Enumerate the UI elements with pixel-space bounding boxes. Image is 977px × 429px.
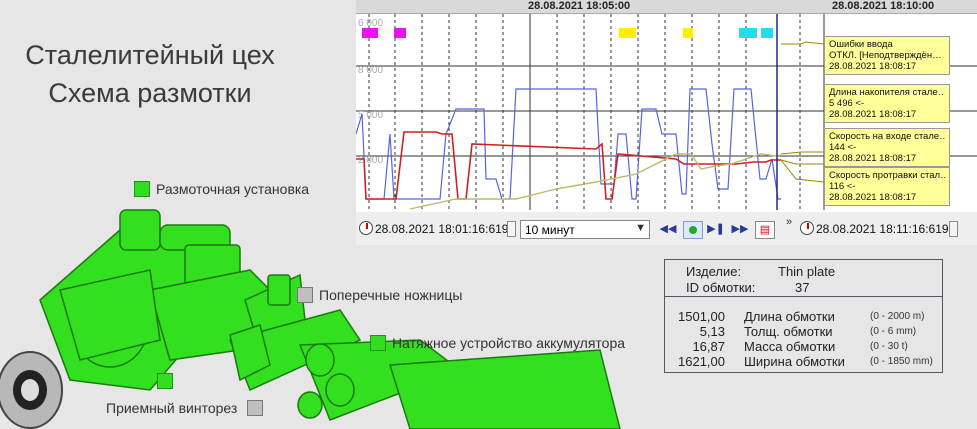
time-axis-left-label: 28.08.2021 18:05:00 xyxy=(528,0,631,12)
note-input-errors[interactable]: Ошибки ввода ОТКЛ. [Неподтверждён… 28.08… xyxy=(824,36,950,75)
coil-thickness-range: (0 - 6 mm) xyxy=(870,326,917,337)
coil-drum xyxy=(0,351,63,429)
y-tick-labels: 6 000 8 000 5 000 2 000 xyxy=(358,18,383,166)
note-input-errors-value: ОТКЛ. [Неподтверждён… xyxy=(829,50,942,61)
coil-width-value: 1621,00 xyxy=(678,354,725,369)
legend-shears-label: Поперечные ножницы xyxy=(319,287,463,303)
coil-info-panel: Изделие: Thin plate ID обмотки: 37 1501,… xyxy=(664,259,943,373)
rewind-fast-button[interactable]: ◀◀ xyxy=(659,221,677,237)
note-input-errors-time: 28.08.2021 18:08:17 xyxy=(829,61,917,72)
series-olive-line xyxy=(409,153,782,210)
coil-id-label: ID обмотки: xyxy=(686,280,756,295)
accumulator-body xyxy=(228,309,621,429)
forward-fast-button[interactable]: ▶▶ xyxy=(731,221,749,237)
y-tick-2: 8 000 xyxy=(358,65,383,76)
event-marker-yellow-1 xyxy=(619,28,636,38)
uncoiler-status-indicator xyxy=(134,181,150,197)
legend-shears[interactable]: Поперечные ножницы xyxy=(297,287,462,303)
note-inlet-speed-title: Скорость на входе стале… xyxy=(829,131,945,142)
tension-status-indicator xyxy=(370,335,386,351)
page-title: Сталелитейный цех Схема размотки xyxy=(0,36,300,112)
note-accumulator-length-value: 5 496 <- xyxy=(829,98,865,109)
expand-icon[interactable]: » xyxy=(780,214,798,230)
legend-uncoiler-label: Размоточная установка xyxy=(156,181,310,197)
note-pickling-speed-value: 116 <- xyxy=(829,181,856,192)
note-accumulator-length-time: 28.08.2021 18:08:17 xyxy=(829,109,917,120)
legend-pinch-indicator-top[interactable] xyxy=(157,373,179,389)
event-marker-yellow-2 xyxy=(683,28,693,38)
title-line-1: Сталелитейный цех xyxy=(25,40,275,70)
coil-mass-value: 16,87 xyxy=(692,339,725,354)
time-axis-header: 28.08.2021 18:05:00 28.08.2021 18:10:00 xyxy=(356,0,977,14)
coil-thickness-value: 5,13 xyxy=(699,324,725,339)
product-label: Изделие: xyxy=(686,264,742,279)
note-inlet-speed-value: 144 <- xyxy=(829,142,857,153)
info-divider xyxy=(665,296,942,297)
note-leader-lines xyxy=(780,41,825,183)
interval-select[interactable]: 10 минут ▼ xyxy=(520,220,650,239)
start-time-clock-icon[interactable] xyxy=(359,221,373,235)
legend-tension-label: Натяжное устройство аккумулятора xyxy=(392,335,626,351)
note-pickling-speed-time: 28.08.2021 18:08:17 xyxy=(829,192,917,203)
shears-status-indicator xyxy=(297,287,313,303)
event-markers xyxy=(362,28,773,38)
legend-uncoiler[interactable]: Размоточная установка xyxy=(134,181,309,197)
chevron-down-icon: ▼ xyxy=(635,222,646,234)
pinch-status-indicator-top xyxy=(157,373,173,389)
play-button[interactable] xyxy=(683,221,703,239)
interval-value: 10 минут xyxy=(525,223,575,237)
vertical-gridlines xyxy=(368,14,801,210)
time-axis-right-label: 28.08.2021 18:10:00 xyxy=(832,0,935,12)
end-time-clock-icon[interactable] xyxy=(800,221,814,235)
event-marker-cyan-1 xyxy=(739,28,757,38)
start-time-spinner[interactable] xyxy=(507,221,516,237)
end-time-spinner[interactable] xyxy=(949,221,958,237)
start-time-field[interactable]: 28.08.2021 18:01:16:619 xyxy=(375,222,508,236)
note-input-errors-title: Ошибки ввода xyxy=(829,39,893,50)
note-pickling-speed[interactable]: Скорость протравки стал… 116 <- 28.08.20… xyxy=(824,167,950,206)
coil-thickness-label: Толщ. обмотки xyxy=(744,324,833,339)
trend-toolbar: 28.08.2021 18:01:16:619 10 минут ▼ ◀◀ ▶❚… xyxy=(356,212,977,245)
note-inlet-speed[interactable]: Скорость на входе стале… 144 <- 28.08.20… xyxy=(824,128,950,167)
coil-length-label: Длина обмотки xyxy=(744,309,835,324)
play-icon xyxy=(689,226,697,235)
coil-mass-range: (0 - 30 t) xyxy=(870,341,908,352)
coil-width-range: (0 - 1850 mm) xyxy=(870,356,933,367)
major-gridlines xyxy=(529,14,825,210)
coil-length-value: 1501,00 xyxy=(678,309,725,324)
note-accumulator-length-title: Длина накопителя стале… xyxy=(829,87,945,98)
event-marker-cyan-2 xyxy=(761,28,773,38)
pinch-status-indicator xyxy=(247,400,264,416)
coil-length-range: (0 - 2000 m) xyxy=(870,311,925,322)
coil-width-label: Ширина обмотки xyxy=(744,354,845,369)
step-forward-button[interactable]: ▶❚ xyxy=(707,221,725,237)
coil-mass-label: Масса обмотки xyxy=(744,339,836,354)
end-time-field[interactable]: 28.08.2021 18:11:16:619 xyxy=(816,222,949,236)
note-accumulator-length[interactable]: Длина накопителя стале… 5 496 <- 28.08.2… xyxy=(824,84,950,123)
legend-tension[interactable]: Натяжное устройство аккумулятора xyxy=(370,335,625,351)
note-pickling-speed-title: Скорость протравки стал… xyxy=(829,170,945,181)
chart-settings-button[interactable]: ▤ xyxy=(755,221,775,239)
event-marker-magenta-2 xyxy=(394,28,406,38)
legend-pinch[interactable]: Приемный винторез xyxy=(106,400,269,416)
y-tick-top: 6 000 xyxy=(358,18,383,29)
y-tick-4: 2 000 xyxy=(358,155,383,166)
series-blue-line xyxy=(356,88,781,200)
legend-pinch-label: Приемный винторез xyxy=(106,400,238,416)
note-inlet-speed-time: 28.08.2021 18:08:17 xyxy=(829,153,917,164)
product-value: Thin plate xyxy=(778,264,836,279)
coil-id-value: 37 xyxy=(795,280,810,295)
title-line-2: Схема размотки xyxy=(48,78,252,108)
event-marker-magenta-1 xyxy=(362,28,378,38)
